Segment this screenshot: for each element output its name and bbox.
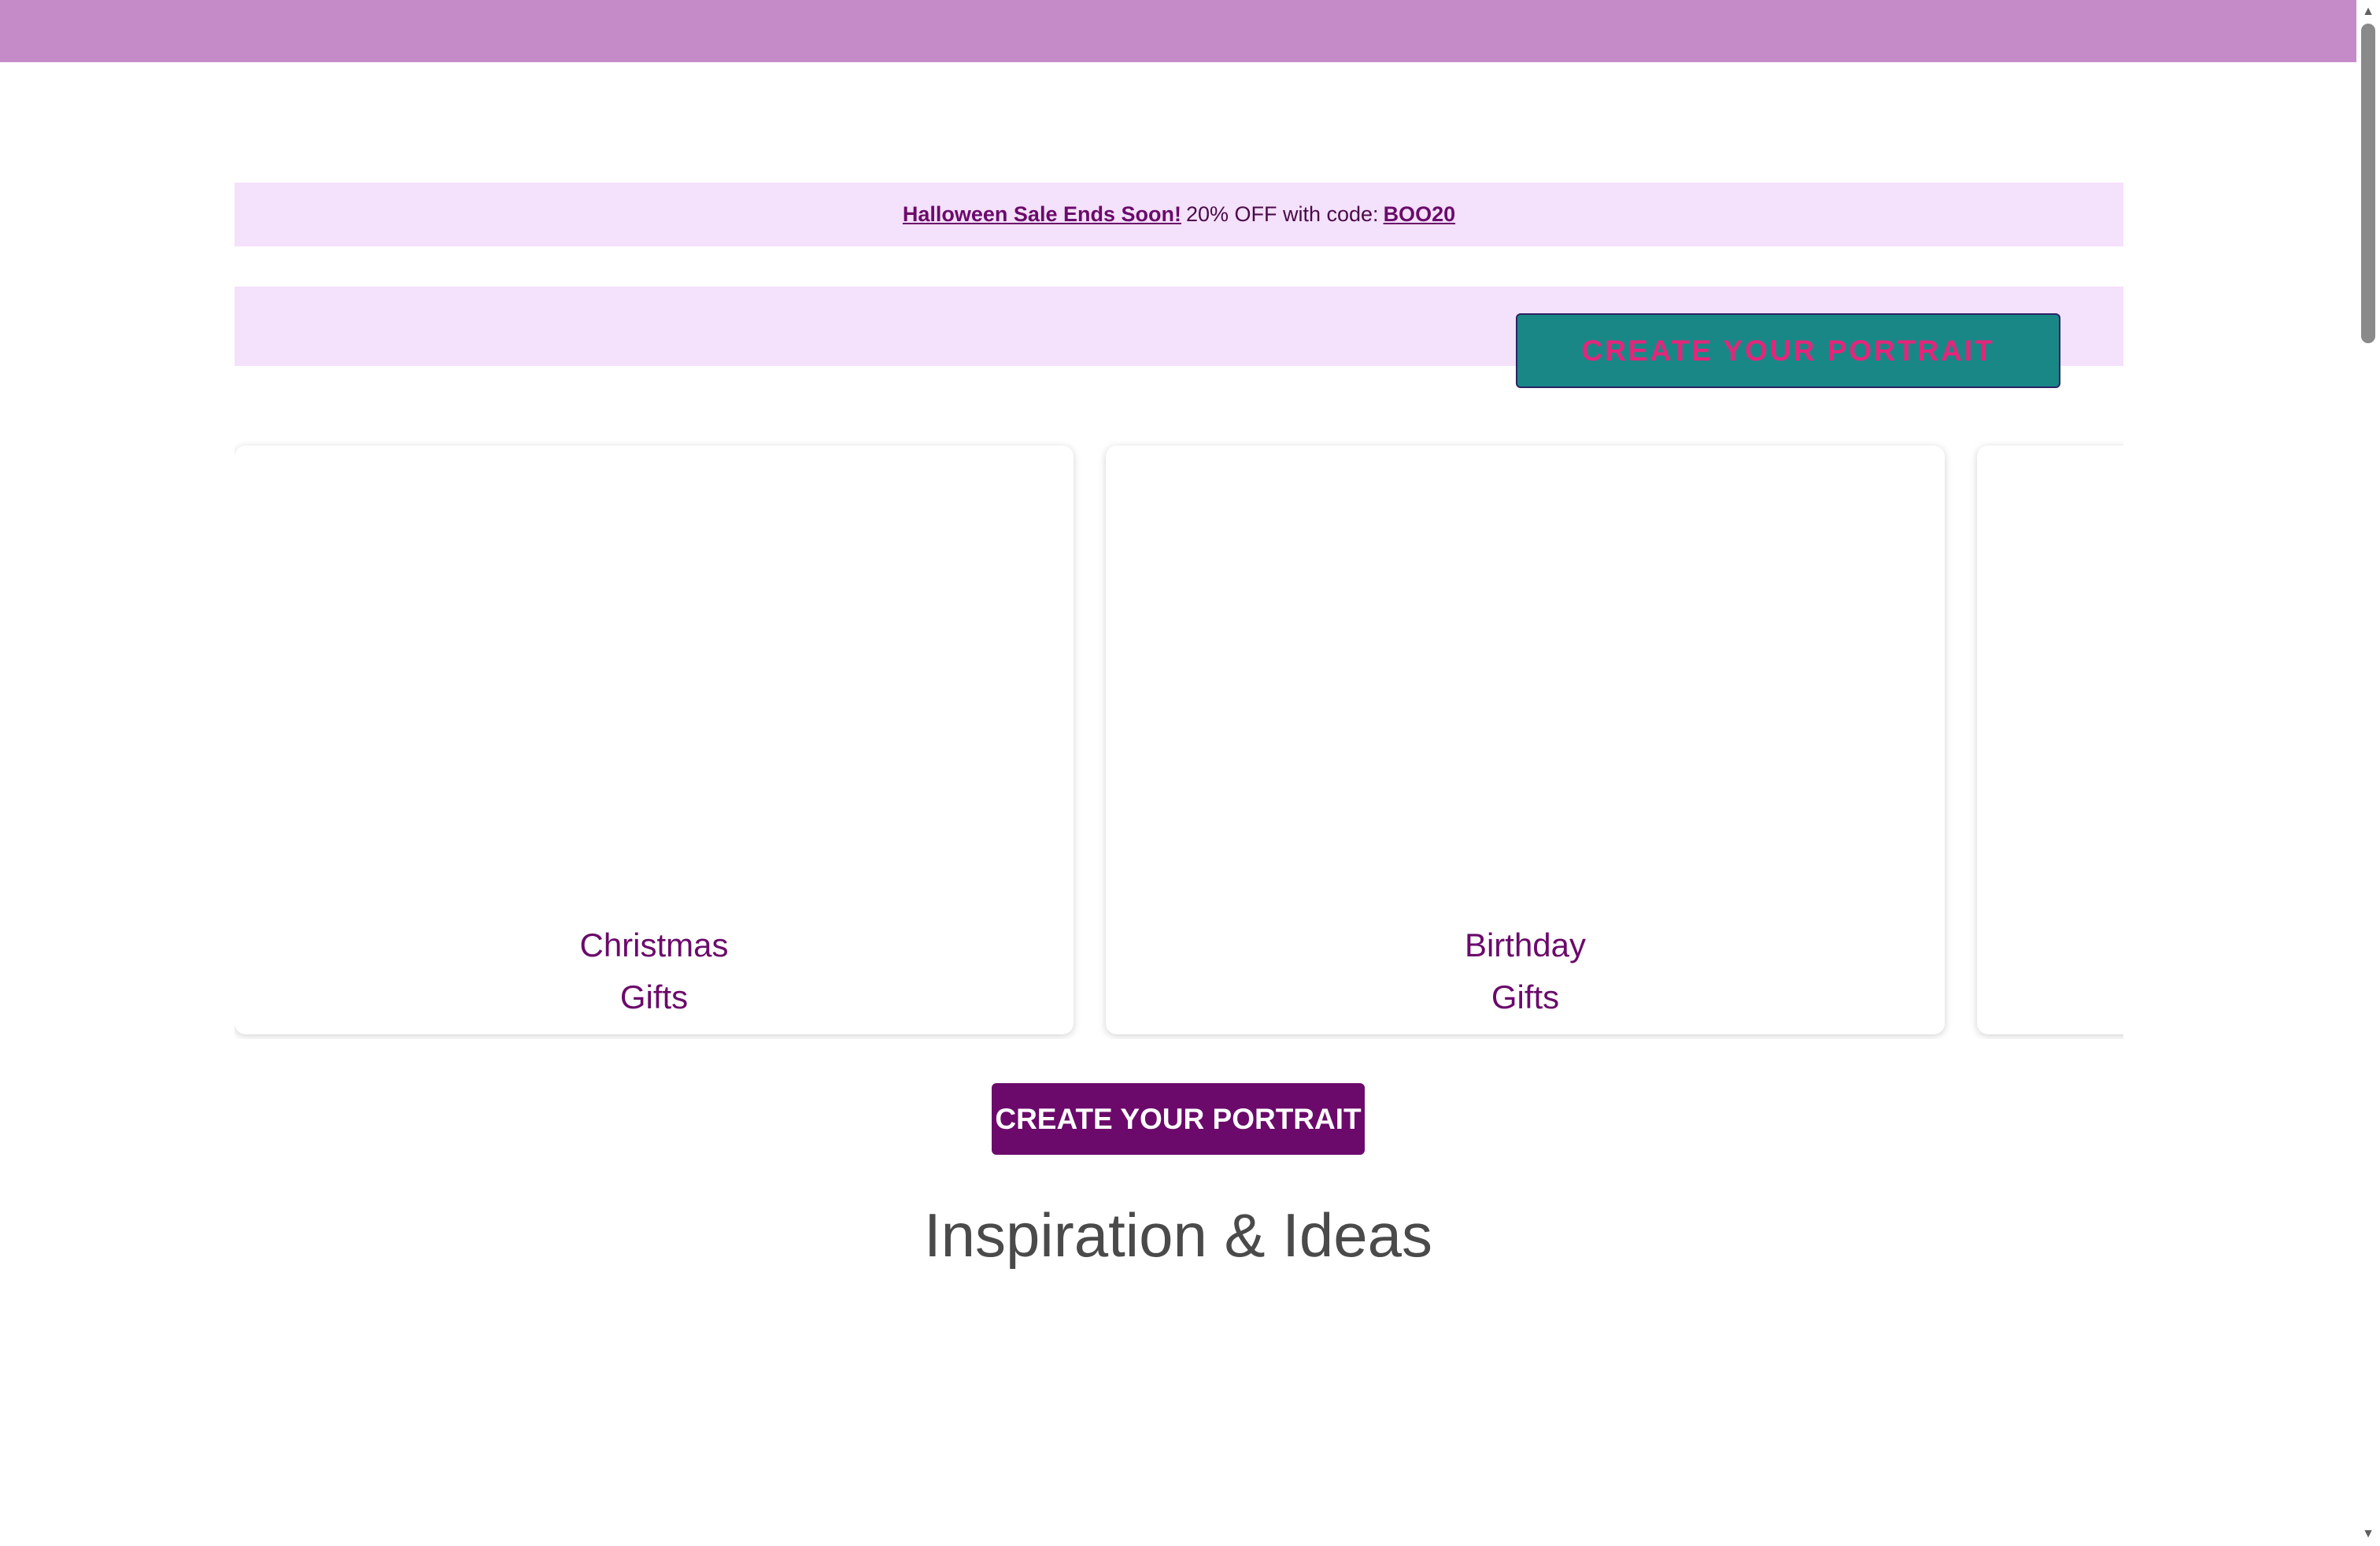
scroll-up-icon[interactable]: ▲ xyxy=(2356,3,2380,20)
gift-card-christmas[interactable]: Christmas Gifts xyxy=(235,446,1074,1034)
gift-carousel: Christmas Gifts Birthday Gifts xyxy=(235,441,2123,1039)
offer-text: 20% OFF with code: xyxy=(1185,202,1379,226)
gift-card-label-line1: Christmas xyxy=(579,926,729,963)
promo-code-link[interactable]: BOO20 xyxy=(1384,202,1456,227)
section-title: Inspiration & Ideas xyxy=(923,1200,1433,1270)
create-portrait-header-button[interactable]: CREATE YOUR PORTRAIT xyxy=(1516,313,2060,388)
gift-card-label: Birthday Gifts xyxy=(1106,919,1945,1023)
create-portrait-button[interactable]: CREATE YOUR PORTRAIT xyxy=(992,1083,1365,1155)
gift-card-label: Christmas Gifts xyxy=(235,919,1074,1023)
scroll-down-icon[interactable]: ▼ xyxy=(2356,1526,2380,1543)
gift-card-partial[interactable] xyxy=(1977,446,2123,1034)
scroll-thumb[interactable] xyxy=(2361,24,2375,343)
gift-card-label-line2: Gifts xyxy=(619,978,689,1015)
top-bar xyxy=(0,0,2356,62)
sale-link[interactable]: Halloween Sale Ends Soon! xyxy=(903,202,1181,227)
gift-card-label-line2: Gifts xyxy=(1491,978,1560,1015)
promo-banner: Halloween Sale Ends Soon! 20% OFF with c… xyxy=(235,183,2123,246)
gift-card-birthday[interactable]: Birthday Gifts xyxy=(1106,446,1945,1034)
page-scrollbar[interactable]: ▲ ▼ xyxy=(2356,0,2380,1546)
gift-card-label-line1: Birthday xyxy=(1464,926,1587,963)
